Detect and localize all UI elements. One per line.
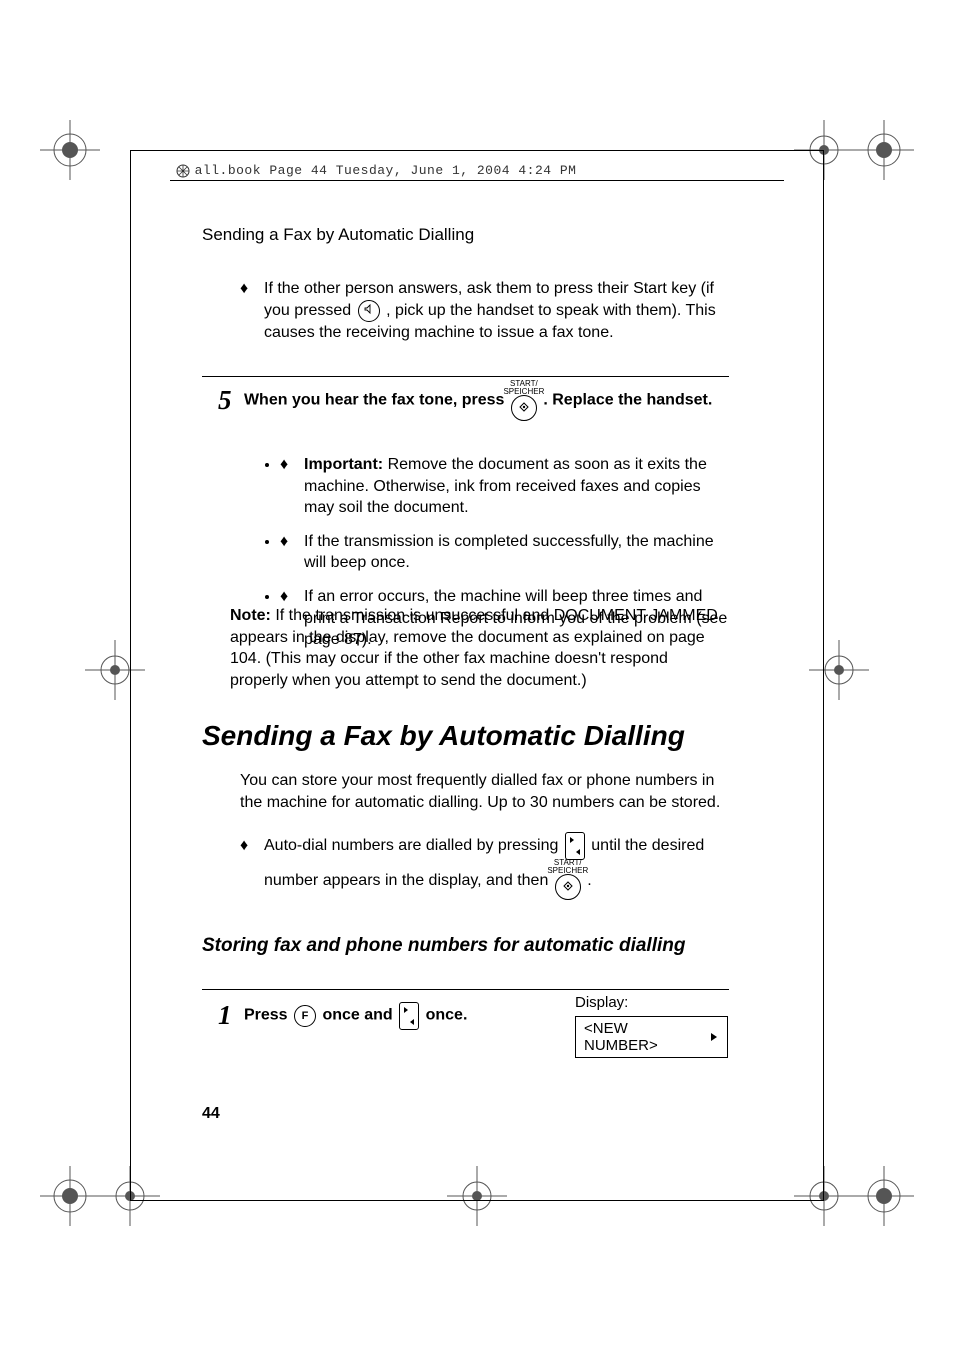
display-value-box: <NEW NUMBER> [575,1016,728,1058]
bullet-item: Important: Remove the document as soon a… [280,454,730,519]
button-label: START/ SPEICHER [503,380,544,396]
bullet-text: Auto-dial numbers are dialled by pressin… [264,837,563,854]
registration-mark [85,640,145,705]
subsection-heading: Storing fax and phone numbers for automa… [202,935,685,957]
registration-mark [40,1166,100,1231]
header-text: all.book Page 44 Tuesday, June 1, 2004 4… [195,163,577,178]
step-text: . Replace the handset. [543,392,712,409]
step-5: 5 When you hear the fax tone, press STAR… [218,380,738,421]
note-text: If the transmission is unsuccessful and … [230,607,718,689]
step-text: once and [322,1007,397,1024]
display-value: <NEW NUMBER> [584,1020,699,1054]
framemaker-header: all.book Page 44 Tuesday, June 1, 2004 4… [175,162,576,179]
registration-mark [40,120,100,185]
step-number: 5 [218,385,232,415]
carryover-bullet-block: If the other person answers, ask them to… [240,278,730,355]
step-number: 1 [218,1000,232,1030]
registration-mark [809,640,869,705]
registration-mark [794,120,854,185]
frame-line [130,150,131,1201]
note-label: Note: [230,607,271,624]
start-button-icon: START/ SPEICHER [555,874,581,900]
step-text: Press [244,1007,292,1024]
registration-mark [794,1166,854,1231]
note-block: Note: If the transmission is unsuccessfu… [230,605,730,691]
separator-line [202,989,729,990]
bullet-item: If the other person answers, ask them to… [240,278,730,343]
bullet-label: Important: [304,456,383,473]
intro-paragraph: You can store your most frequently diall… [240,770,730,813]
header-underline [170,180,784,181]
arrow-key-icon [565,832,585,860]
registration-mark [854,1166,914,1231]
autodial-bullet: Auto-dial numbers are dialled by pressin… [240,830,730,912]
arrow-key-icon [399,1002,419,1030]
display-label: Display: [575,994,628,1011]
frame-line [823,150,824,1201]
start-button-icon: START/ SPEICHER [511,395,537,421]
bullet-item: If the transmission is completed success… [280,531,730,574]
button-label: START/ SPEICHER [547,859,588,875]
f-label: F [302,1010,309,1022]
registration-mark [854,120,914,185]
running-head: Sending a Fax by Automatic Dialling [202,225,474,245]
section-heading: Sending a Fax by Automatic Dialling [202,720,685,752]
page-number: 44 [202,1105,220,1123]
registration-mark [447,1166,507,1231]
speaker-button-icon [358,300,380,322]
frame-line [130,150,824,151]
step-text: once. [426,1007,468,1024]
step-text: When you hear the fax tone, press [244,392,509,409]
frame-line [130,1200,824,1201]
separator-line [202,376,729,377]
arrow-right-icon [709,1029,719,1046]
f-button-icon: F [294,1005,316,1027]
